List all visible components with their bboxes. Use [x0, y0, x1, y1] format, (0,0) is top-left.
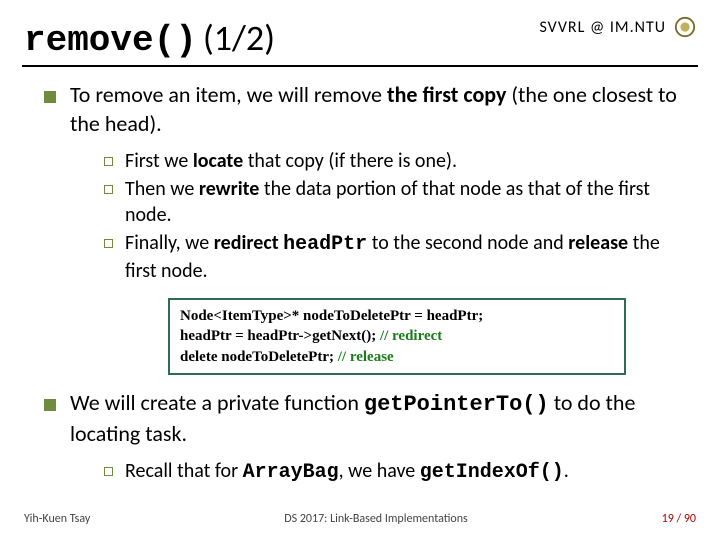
title-rule: [22, 65, 698, 67]
text-bold: rewrite: [199, 177, 260, 201]
text: to the second node and: [367, 231, 568, 255]
sub-bullet-icon: [104, 157, 113, 166]
code-snippet: Node<ItemType>* nodeToDeletePtr = headPt…: [168, 298, 626, 375]
bullet-item-2: We will create a private function getPoi…: [44, 389, 686, 448]
text-bold: the first copy: [387, 81, 506, 108]
text: To remove an item, we will remove: [70, 81, 387, 108]
slide-header: remove() (1/2) SVVRL @ IM.NTU: [0, 0, 720, 65]
sub-text-c: Finally, we redirect headPtr to the seco…: [125, 230, 686, 284]
sub-bullet-icon: [104, 467, 113, 476]
slide-title: remove() (1/2): [24, 16, 275, 61]
sub-bullet-icon: [104, 185, 113, 194]
text: Then we: [125, 177, 199, 201]
header-affiliation: SVVRL @ IM.NTU: [539, 18, 666, 37]
sub-item-2a: Recall that for ArrayBag, we have getInd…: [104, 458, 686, 486]
header-right: SVVRL @ IM.NTU: [539, 16, 696, 38]
title-suffix: (1/2): [203, 16, 275, 60]
text-bold: redirect: [214, 231, 279, 255]
bullet-item-1: To remove an item, we will remove the fi…: [44, 81, 686, 138]
slide-footer: Yih-Kuen Tsay DS 2017: Link-Based Implem…: [0, 512, 720, 526]
text: Finally, we: [125, 231, 214, 255]
text: .: [564, 459, 569, 483]
text: We will create a private function: [70, 389, 364, 416]
text: First we: [125, 149, 193, 173]
text-mono: getPointerTo(): [364, 392, 549, 417]
code-line: headPtr = headPtr->getNext();: [180, 328, 380, 344]
code-line: Node<ItemType>* nodeToDeletePtr = headPt…: [180, 308, 483, 324]
bullet-icon: [44, 399, 56, 411]
footer-author: Yih-Kuen Tsay: [24, 512, 90, 526]
slide-content: To remove an item, we will remove the fi…: [0, 81, 720, 486]
footer-page-number: 19 / 90: [662, 512, 696, 526]
bullet-text-2: We will create a private function getPoi…: [70, 389, 686, 448]
title-code: remove(): [24, 20, 197, 61]
sub-list-1: First we locate that copy (if there is o…: [104, 148, 686, 284]
bullet-text-1: To remove an item, we will remove the fi…: [70, 81, 686, 138]
text-mono: getIndexOf(): [420, 461, 564, 484]
sub-text-b: Then we rewrite the data portion of that…: [125, 176, 686, 228]
bullet-icon: [44, 91, 56, 103]
ntu-logo-icon: [674, 16, 696, 38]
code-line: delete nodeToDeletePtr;: [180, 349, 338, 365]
text-mono: headPtr: [283, 233, 367, 256]
text-bold: locate: [193, 149, 243, 173]
text: that copy (if there is one).: [243, 149, 457, 173]
sub-item-b: Then we rewrite the data portion of that…: [104, 176, 686, 228]
footer-course: DS 2017: Link-Based Implementations: [90, 512, 661, 526]
text: , we have: [339, 459, 420, 483]
sub-list-2: Recall that for ArrayBag, we have getInd…: [104, 458, 686, 486]
sub-bullet-icon: [104, 239, 113, 248]
text: Recall that for: [125, 459, 243, 483]
text-mono: ArrayBag: [243, 461, 339, 484]
sub-text-a: First we locate that copy (if there is o…: [125, 148, 457, 174]
sub-item-a: First we locate that copy (if there is o…: [104, 148, 686, 174]
code-comment: // release: [338, 349, 394, 365]
sub-item-c: Finally, we redirect headPtr to the seco…: [104, 230, 686, 284]
code-comment: // redirect: [380, 328, 442, 344]
text-bold: release: [568, 231, 628, 255]
sub-text-2a: Recall that for ArrayBag, we have getInd…: [125, 458, 569, 486]
